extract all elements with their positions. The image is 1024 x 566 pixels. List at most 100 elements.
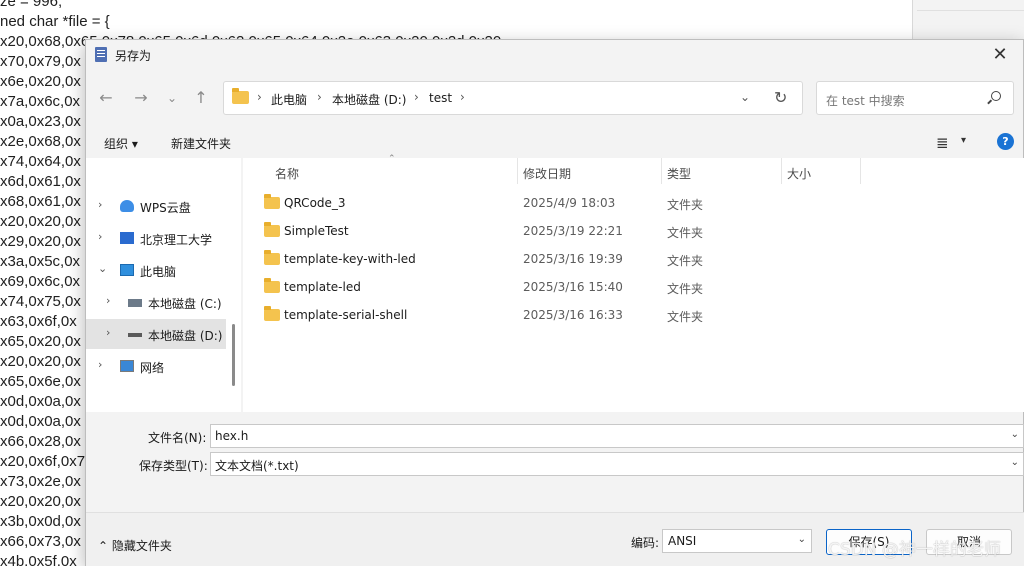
- nav-item-bit[interactable]: › 北京理工大学: [86, 223, 226, 253]
- file-type: 文件夹: [667, 310, 704, 324]
- file-row[interactable]: QRCode_3 2025/4/9 18:03 文件夹: [243, 189, 1024, 217]
- nav-item-label: 此电脑: [140, 265, 177, 279]
- new-folder-button[interactable]: 新建文件夹: [171, 135, 231, 152]
- filename-value: hex.h: [215, 429, 249, 443]
- nav-item-network[interactable]: › 网络: [86, 351, 226, 381]
- save-type-select[interactable]: 文本文档(*.txt) ⌄: [210, 452, 1024, 476]
- column-header-type[interactable]: 类型: [667, 165, 691, 182]
- hide-folders-toggle[interactable]: ⌃ 隐藏文件夹: [98, 537, 172, 554]
- refresh-icon[interactable]: ↻: [774, 88, 787, 107]
- file-date: 2025/3/19 22:21: [523, 224, 623, 238]
- code-line: x66,0x28,0x: [0, 433, 81, 450]
- chevron-down-icon[interactable]: ⌄: [1011, 457, 1019, 468]
- code-line: ze = 996;: [0, 0, 63, 10]
- column-header-name[interactable]: 名称: [275, 165, 299, 182]
- notepad-icon: [95, 47, 107, 62]
- view-options-icon[interactable]: ≣: [936, 134, 949, 152]
- chevron-right-icon: ›: [257, 90, 262, 104]
- nav-item-label: 网络: [140, 361, 165, 375]
- recent-locations-button[interactable]: ⌄: [160, 86, 184, 110]
- nav-pane-scrollbar[interactable]: [232, 324, 235, 386]
- code-line: x0d,0x0a,0x: [0, 413, 81, 430]
- code-line: x66,0x73,0x: [0, 533, 81, 550]
- file-type: 文件夹: [667, 198, 704, 212]
- chevron-right-icon[interactable]: ›: [106, 294, 110, 307]
- file-date: 2025/3/16 19:39: [523, 252, 623, 266]
- file-type: 文件夹: [667, 254, 704, 268]
- file-row[interactable]: template-led 2025/3/16 15:40 文件夹: [243, 273, 1024, 301]
- nav-item-wps-cloud[interactable]: › WPS云盘: [86, 191, 226, 221]
- column-header-size[interactable]: 大小: [787, 165, 811, 182]
- code-line: x65,0x6e,0x: [0, 373, 81, 390]
- file-list: ⌃ 名称 修改日期 类型 大小 QRCode_3 2025/4/9 18:03 …: [243, 154, 1024, 412]
- column-divider[interactable]: [860, 158, 861, 184]
- file-row[interactable]: SimpleTest 2025/3/19 22:21 文件夹: [243, 217, 1024, 245]
- code-line: x6d,0x61,0x: [0, 173, 81, 190]
- encoding-value: ANSI: [668, 534, 697, 548]
- chevron-right-icon[interactable]: ›: [98, 230, 102, 243]
- file-row[interactable]: template-key-with-led 2025/3/16 19:39 文件…: [243, 245, 1024, 273]
- filename-input[interactable]: hex.h ⌄: [210, 424, 1024, 448]
- file-row[interactable]: template-serial-shell 2025/3/16 16:33 文件…: [243, 301, 1024, 329]
- address-bar[interactable]: › 此电脑 › 本地磁盘 (D:) › test › ⌄ ↻: [223, 81, 803, 115]
- folder-icon: [232, 88, 249, 104]
- back-button[interactable]: ←: [94, 86, 118, 110]
- folder-icon: [264, 278, 280, 293]
- address-dropdown-button[interactable]: ⌄: [740, 90, 750, 104]
- file-date: 2025/3/16 15:40: [523, 280, 623, 294]
- nav-item-drive-c[interactable]: › 本地磁盘 (C:): [86, 287, 226, 317]
- column-divider[interactable]: [781, 158, 782, 184]
- code-line: x74,0x75,0x: [0, 293, 81, 310]
- folder-icon: [264, 194, 280, 209]
- code-line: x68,0x61,0x: [0, 193, 81, 210]
- code-line: x20,0x20,0x: [0, 213, 81, 230]
- file-name: template-key-with-led: [284, 252, 416, 266]
- encoding-select[interactable]: ANSI ⌄: [662, 529, 812, 553]
- file-name: template-led: [284, 280, 361, 294]
- windows-drive-icon: [128, 299, 142, 307]
- forward-button[interactable]: →: [129, 86, 153, 110]
- breadcrumb-drive-d[interactable]: 本地磁盘 (D:): [332, 91, 406, 108]
- folder-icon: [264, 250, 280, 265]
- up-folder-button[interactable]: ↑: [189, 86, 213, 110]
- chevron-down-icon[interactable]: ⌄: [1011, 429, 1019, 440]
- column-divider[interactable]: [661, 158, 662, 184]
- nav-item-drive-d[interactable]: › 本地磁盘 (D:): [86, 319, 226, 349]
- code-line: x4b,0x5f,0x: [0, 553, 77, 566]
- chevron-down-icon[interactable]: ⌄: [98, 262, 107, 275]
- file-type: 文件夹: [667, 226, 704, 240]
- folder-icon: [264, 222, 280, 237]
- breadcrumb-this-pc[interactable]: 此电脑: [271, 91, 307, 108]
- organize-menu-button[interactable]: 组织 ▾: [104, 135, 138, 152]
- chevron-right-icon[interactable]: ›: [98, 358, 102, 371]
- code-line: x65,0x20,0x: [0, 333, 81, 350]
- file-type: 文件夹: [667, 282, 704, 296]
- column-divider[interactable]: [517, 158, 518, 184]
- nav-item-label: WPS云盘: [140, 201, 191, 215]
- code-line: x0d,0x0a,0x: [0, 393, 81, 410]
- code-line: x0a,0x23,0x: [0, 113, 81, 130]
- search-input[interactable]: 在 test 中搜索: [816, 81, 1014, 115]
- code-line: x74,0x64,0x: [0, 153, 81, 170]
- code-line: x2e,0x68,0x: [0, 133, 81, 150]
- file-date: 2025/4/9 18:03: [523, 196, 616, 210]
- dialog-titlebar: 另存为 ✕: [86, 40, 1023, 70]
- close-button[interactable]: ✕: [977, 40, 1023, 70]
- nav-item-this-pc[interactable]: ⌄ 此电脑: [86, 255, 226, 285]
- breadcrumb-test[interactable]: test: [429, 91, 452, 105]
- code-line: x7a,0x6c,0x: [0, 93, 81, 110]
- help-icon[interactable]: ?: [997, 133, 1014, 150]
- file-date: 2025/3/16 16:33: [523, 308, 623, 322]
- chevron-right-icon[interactable]: ›: [98, 198, 102, 211]
- chevron-right-icon[interactable]: ›: [106, 326, 110, 339]
- dialog-title: 另存为: [115, 49, 152, 63]
- watermark: CSDN @神一样的老师: [828, 540, 1001, 560]
- chevron-right-icon: ›: [317, 90, 322, 104]
- chevron-down-icon[interactable]: ⌄: [798, 534, 806, 545]
- code-line: x3a,0x5c,0x: [0, 253, 81, 270]
- sort-ascending-icon: ⌃: [388, 154, 396, 164]
- column-header-date[interactable]: 修改日期: [523, 165, 571, 182]
- search-icon[interactable]: [991, 91, 1001, 101]
- view-options-dropdown[interactable]: ▾: [961, 135, 966, 146]
- nav-item-label: 本地磁盘 (D:): [148, 329, 223, 343]
